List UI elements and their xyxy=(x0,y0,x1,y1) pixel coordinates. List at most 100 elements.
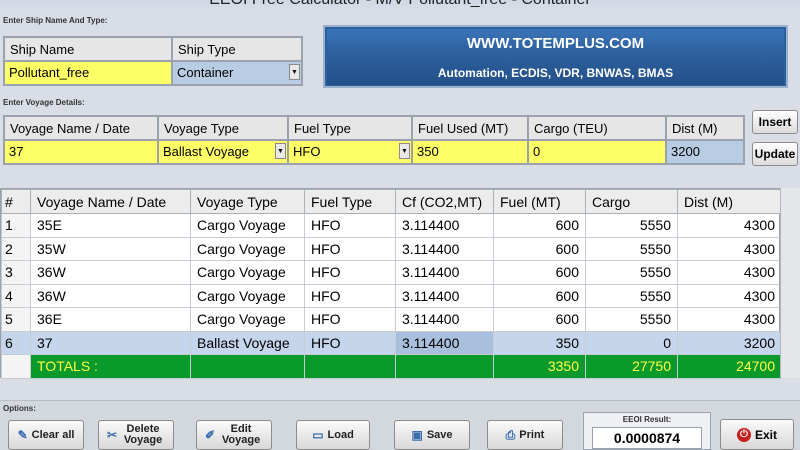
cell-fuel-mt: 600 xyxy=(493,283,586,308)
dist-header: Dist (M) xyxy=(666,116,744,140)
table-row[interactable]: 1 35E Cargo Voyage HFO 3.114400 600 5550… xyxy=(1,213,782,238)
voyage-name-input[interactable]: 37 xyxy=(4,140,158,164)
cell-fuel-type: HFO xyxy=(304,260,396,285)
cell-voyage-name: 35W xyxy=(30,236,191,261)
cell-fuel-type: HFO xyxy=(304,236,396,261)
edit-voyage-button[interactable]: ✐ Edit Voyage xyxy=(196,420,272,450)
load-label: Load xyxy=(327,428,354,441)
voyage-name-header: Voyage Name / Date xyxy=(4,116,158,140)
power-icon: ⏻ xyxy=(736,427,751,442)
eraser-icon: ✎ xyxy=(17,427,28,442)
exit-label: Exit xyxy=(754,427,777,442)
col-header-fuel-type[interactable]: Fuel Type xyxy=(304,189,396,214)
cell-voyage-type: Ballast Voyage xyxy=(190,330,305,355)
cell-voyage-name: 37 xyxy=(30,330,191,355)
table-row[interactable]: 3 36W Cargo Voyage HFO 3.114400 600 5550… xyxy=(1,260,782,285)
cargo-input[interactable]: 0 xyxy=(528,140,666,164)
banner-url[interactable]: WWW.TOTEMPLUS.COM xyxy=(327,29,784,57)
col-header-fuel-mt[interactable]: Fuel (MT) xyxy=(493,189,586,214)
voyage-type-select[interactable]: Ballast Voyage ▼ xyxy=(158,140,288,164)
table-scrollbar[interactable] xyxy=(780,188,800,378)
cargo-header: Cargo (TEU) xyxy=(528,116,666,140)
table-row[interactable]: 5 36E Cargo Voyage HFO 3.114400 600 5550… xyxy=(1,307,782,332)
col-header-dist[interactable]: Dist (M) xyxy=(677,189,782,214)
voyage-type-header: Voyage Type xyxy=(158,116,288,140)
dist-input[interactable]: 3200 xyxy=(666,140,744,164)
fuel-used-input[interactable]: 350 xyxy=(412,140,528,164)
cell-cf: 3.114400 xyxy=(395,236,494,261)
cell-voyage-type: Cargo Voyage xyxy=(190,236,305,261)
clear-all-label: Clear all xyxy=(31,428,75,441)
window-title: EEOI Free Calculator - M/V Pollutant_fre… xyxy=(0,0,800,11)
row-index: 6 xyxy=(1,330,31,355)
delete-voyage-label: Delete Voyage xyxy=(123,423,163,446)
totals-label: TOTALS : xyxy=(30,354,191,379)
exit-button[interactable]: ⏻ Exit xyxy=(720,419,794,450)
clear-all-button[interactable]: ✎ Clear all xyxy=(8,420,84,450)
fuel-used-header: Fuel Used (MT) xyxy=(412,116,528,140)
cell-dist: 4300 xyxy=(677,307,782,332)
row-index: 2 xyxy=(1,236,31,261)
options-label: Options: xyxy=(3,404,36,413)
row-index: 4 xyxy=(1,283,31,308)
delete-icon: ✂ xyxy=(106,427,118,442)
delete-voyage-button[interactable]: ✂ Delete Voyage xyxy=(98,420,174,450)
chevron-down-icon[interactable]: ▼ xyxy=(289,64,300,80)
cell-cargo: 5550 xyxy=(585,260,678,285)
cell-fuel-mt: 600 xyxy=(493,307,586,332)
cell-cargo: 5550 xyxy=(585,307,678,332)
col-header-cargo[interactable]: Cargo xyxy=(585,189,678,214)
totals-empty xyxy=(190,354,305,379)
chevron-down-icon[interactable]: ▼ xyxy=(275,143,286,159)
ship-grid: Ship Name Ship Type Pollutant_free Conta… xyxy=(3,36,303,86)
voyage-input-grid: Voyage Name / Date Voyage Type Fuel Type… xyxy=(3,115,745,165)
col-header-index[interactable]: # xyxy=(1,189,31,214)
fuel-type-header: Fuel Type xyxy=(288,116,412,140)
row-index xyxy=(1,354,31,379)
print-button[interactable]: ⎙ Print xyxy=(487,420,563,450)
cell-fuel-mt: 350 xyxy=(493,330,586,355)
chevron-down-icon[interactable]: ▼ xyxy=(399,143,410,159)
col-header-voyage-type[interactable]: Voyage Type xyxy=(190,189,305,214)
ship-name-input[interactable]: Pollutant_free xyxy=(4,61,172,85)
col-header-cf[interactable]: Cf (CO2,MT) xyxy=(395,189,494,214)
eeoi-result-panel: EEOI Result: 0.0000874 xyxy=(583,412,711,450)
table-header-row: # Voyage Name / Date Voyage Type Fuel Ty… xyxy=(1,189,782,214)
table-row-selected[interactable]: 6 37 Ballast Voyage HFO 3.114400 350 0 3… xyxy=(1,330,782,355)
floppy-disk-icon: ▣ xyxy=(411,427,423,442)
load-button[interactable]: ▭ Load xyxy=(296,420,370,450)
insert-button[interactable]: Insert xyxy=(752,110,798,134)
ship-type-header: Ship Type xyxy=(172,37,302,61)
table-row[interactable]: 4 36W Cargo Voyage HFO 3.114400 600 5550… xyxy=(1,283,782,308)
fuel-type-select[interactable]: HFO ▼ xyxy=(288,140,412,164)
eeoi-result-label: EEOI Result: xyxy=(622,415,672,424)
totals-empty xyxy=(304,354,396,379)
cell-dist: 3200 xyxy=(677,330,782,355)
cell-cf: 3.114400 xyxy=(395,307,494,332)
edit-icon: ✐ xyxy=(204,427,216,442)
cell-voyage-name: 36W xyxy=(30,283,191,308)
ship-type-select[interactable]: Container ▼ xyxy=(172,61,302,85)
folder-icon: ▭ xyxy=(312,427,324,442)
row-index: 3 xyxy=(1,260,31,285)
edit-voyage-label: Edit Voyage xyxy=(221,423,261,446)
cell-voyage-name: 36E xyxy=(30,307,191,332)
cell-cf: 3.114400 xyxy=(395,213,494,238)
table-row[interactable]: 2 35W Cargo Voyage HFO 3.114400 600 5550… xyxy=(1,236,782,261)
update-button[interactable]: Update xyxy=(752,142,798,166)
cell-voyage-type: Cargo Voyage xyxy=(190,260,305,285)
eeoi-result-value: 0.0000874 xyxy=(592,427,702,449)
cell-voyage-name: 36W xyxy=(30,260,191,285)
totals-fuel-mt: 3350 xyxy=(493,354,586,379)
save-button[interactable]: ▣ Save xyxy=(394,420,470,450)
ship-name-header: Ship Name xyxy=(4,37,172,61)
totals-row: TOTALS : 3350 27750 24700 xyxy=(1,354,782,379)
cell-fuel-mt: 600 xyxy=(493,236,586,261)
voyage-type-value: Ballast Voyage xyxy=(163,144,250,159)
cell-voyage-type: Cargo Voyage xyxy=(190,213,305,238)
cell-fuel-mt: 600 xyxy=(493,213,586,238)
col-header-voyage-name[interactable]: Voyage Name / Date xyxy=(30,189,191,214)
banner: WWW.TOTEMPLUS.COM Automation, ECDIS, VDR… xyxy=(323,25,788,88)
cell-cargo: 0 xyxy=(585,330,678,355)
totals-dist: 24700 xyxy=(677,354,782,379)
